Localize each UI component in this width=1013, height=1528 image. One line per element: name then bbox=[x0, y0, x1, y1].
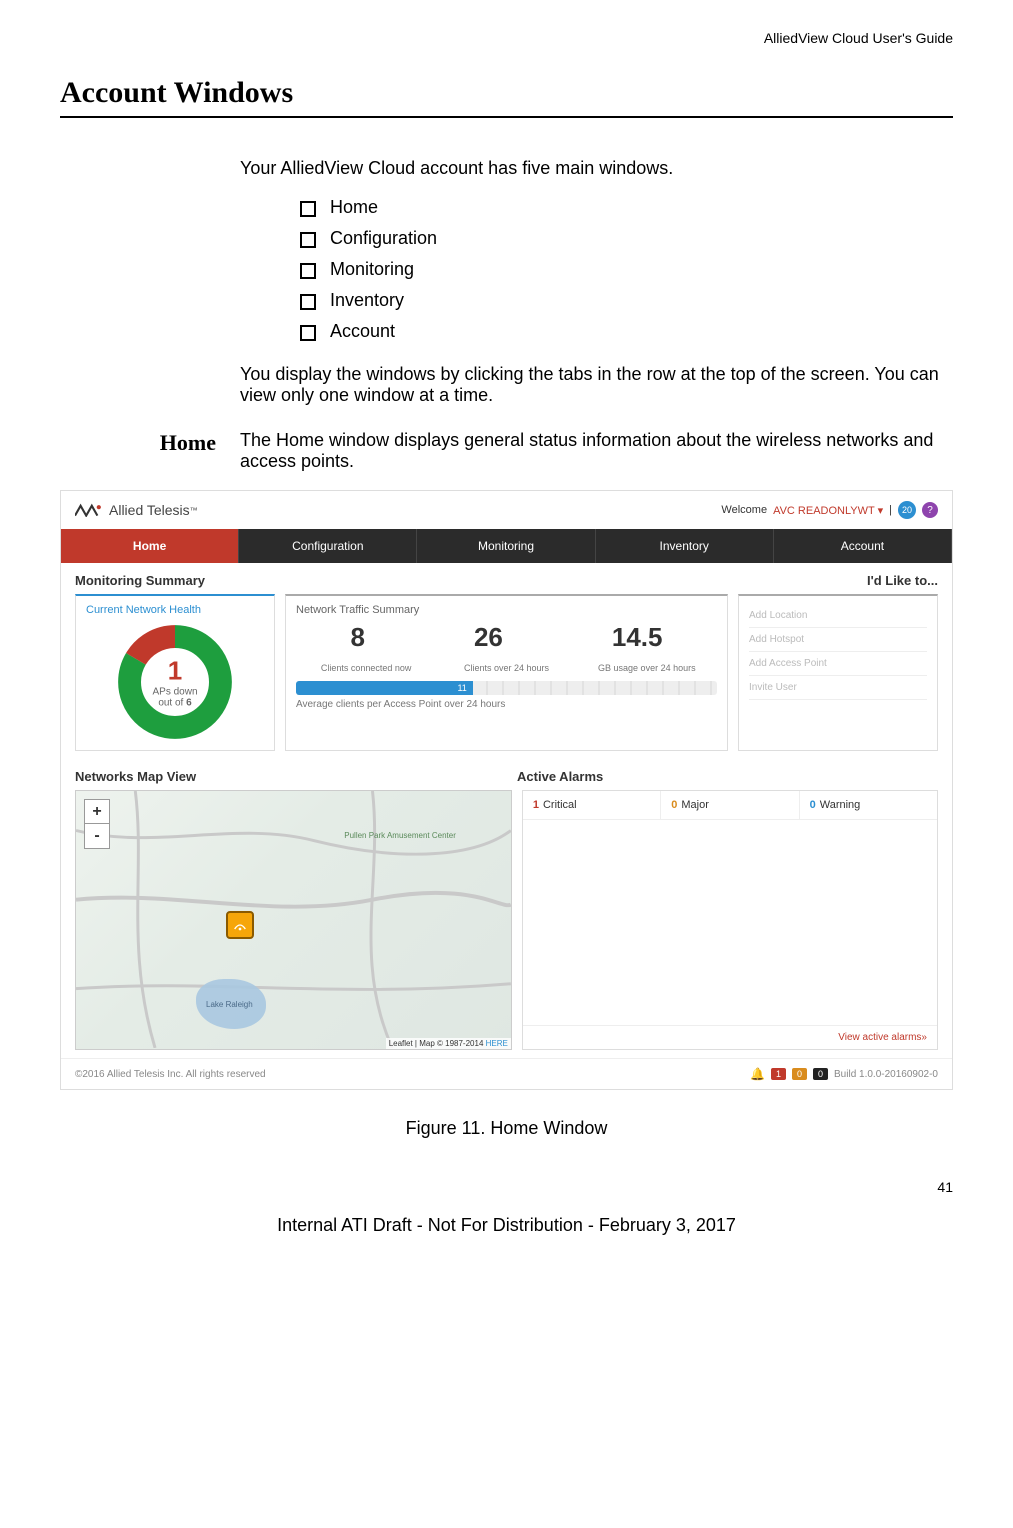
stat-label: Clients connected now bbox=[296, 663, 436, 673]
like-to-item[interactable]: Add Location bbox=[749, 604, 927, 628]
health-donut-chart: 1 APs down out of 6 bbox=[115, 622, 235, 742]
list-item: Account bbox=[300, 321, 953, 342]
home-description: The Home window displays general status … bbox=[240, 430, 953, 472]
app-topbar: Allied Telesis™ Welcome AVC READONLYWT ▾… bbox=[61, 491, 952, 529]
footer-badge-critical[interactable]: 1 bbox=[771, 1068, 786, 1080]
list-item: Configuration bbox=[300, 228, 953, 249]
avg-clients-bar: 11 bbox=[296, 681, 717, 695]
traffic-summary-panel: Network Traffic Summary 8 26 14.5 Client… bbox=[285, 594, 728, 751]
map-attribution: Leaflet | Map © 1987-2014 HERE bbox=[386, 1038, 511, 1049]
tab-home[interactable]: Home bbox=[61, 529, 239, 563]
panel-title: Network Traffic Summary bbox=[296, 604, 717, 616]
notifications-badge[interactable]: 20 bbox=[898, 501, 916, 519]
map-zoom-controls: + - bbox=[84, 799, 110, 849]
list-item: Home bbox=[300, 197, 953, 218]
map-ap-marker-icon[interactable] bbox=[226, 911, 254, 939]
like-to-item[interactable]: Add Hotspot bbox=[749, 628, 927, 652]
footer-badge-major[interactable]: 0 bbox=[792, 1068, 807, 1080]
chevron-down-icon: ▾ bbox=[878, 505, 884, 517]
id-like-to-heading: I'd Like to... bbox=[867, 573, 938, 588]
network-health-panel: Current Network Health 1 APs down out of… bbox=[75, 594, 275, 751]
logo-mark-icon bbox=[75, 503, 103, 517]
alarm-major[interactable]: 0Major bbox=[661, 791, 799, 819]
intro-text: Your AlliedView Cloud account has five m… bbox=[240, 158, 953, 179]
map-park-label: Pullen Park Amusement Center bbox=[344, 831, 456, 840]
doc-header-label: AlliedView Cloud User's Guide bbox=[60, 30, 953, 46]
main-nav: Home Configuration Monitoring Inventory … bbox=[61, 529, 952, 563]
view-active-alarms-link[interactable]: View active alarms» bbox=[523, 1025, 937, 1049]
map-view-heading: Networks Map View bbox=[75, 769, 517, 784]
map-attr-link[interactable]: HERE bbox=[486, 1039, 508, 1048]
user-menu[interactable]: AVC READONLYWT ▾ bbox=[773, 504, 883, 517]
trademark-icon: ™ bbox=[190, 506, 198, 515]
panel-title: Current Network Health bbox=[86, 604, 201, 616]
windows-list: Home Configuration Monitoring Inventory … bbox=[300, 197, 953, 342]
tab-inventory[interactable]: Inventory bbox=[596, 529, 774, 563]
footer-badge-other[interactable]: 0 bbox=[813, 1068, 828, 1080]
alarm-critical[interactable]: 1Critical bbox=[523, 791, 661, 819]
alarm-warning[interactable]: 0Warning bbox=[800, 791, 937, 819]
zoom-in-button[interactable]: + bbox=[85, 800, 109, 824]
list-item: Monitoring bbox=[300, 259, 953, 280]
stat-label: Clients over 24 hours bbox=[436, 663, 576, 673]
bell-icon[interactable]: 🔔 bbox=[750, 1067, 765, 1081]
tab-configuration[interactable]: Configuration bbox=[239, 529, 417, 563]
aps-down-caption: APs down out of 6 bbox=[152, 687, 197, 709]
id-like-to-panel: Add Location Add Hotspot Add Access Poin… bbox=[738, 594, 938, 751]
build-label: Build 1.0.0-20160902-0 bbox=[834, 1069, 938, 1080]
monitoring-summary-heading: Monitoring Summary bbox=[75, 573, 205, 588]
home-window-screenshot: Allied Telesis™ Welcome AVC READONLYWT ▾… bbox=[60, 490, 953, 1090]
tab-account[interactable]: Account bbox=[774, 529, 952, 563]
brand-name: Allied Telesis bbox=[109, 502, 190, 518]
internal-draft-notice: Internal ATI Draft - Not For Distributio… bbox=[60, 1215, 953, 1236]
tab-description: You display the windows by clicking the … bbox=[240, 364, 953, 406]
like-to-item[interactable]: Add Access Point bbox=[749, 652, 927, 676]
welcome-label: Welcome bbox=[721, 504, 767, 516]
active-alarms-heading: Active Alarms bbox=[517, 769, 938, 784]
app-footer: ©2016 Allied Telesis Inc. All rights res… bbox=[61, 1058, 952, 1089]
map-lake-label: Lake Raleigh bbox=[206, 1000, 253, 1009]
help-icon[interactable]: ? bbox=[922, 502, 938, 518]
title-rule bbox=[60, 116, 953, 118]
brand-logo: Allied Telesis™ bbox=[75, 502, 198, 518]
avg-clients-caption: Average clients per Access Point over 24… bbox=[296, 699, 717, 710]
welcome-block: Welcome AVC READONLYWT ▾ | 20 ? bbox=[721, 501, 938, 519]
stat-gb-24h: 14.5 bbox=[612, 622, 663, 653]
zoom-out-button[interactable]: - bbox=[85, 824, 109, 848]
stat-label: GB usage over 24 hours bbox=[577, 663, 717, 673]
home-heading: Home bbox=[60, 430, 240, 456]
avg-clients-bar-fill: 11 bbox=[296, 681, 473, 695]
stat-clients-now: 8 bbox=[351, 622, 365, 653]
figure-caption: Figure 11. Home Window bbox=[60, 1118, 953, 1139]
list-item: Inventory bbox=[300, 290, 953, 311]
stat-clients-24h: 26 bbox=[474, 622, 503, 653]
page-number: 41 bbox=[60, 1179, 953, 1195]
aps-down-count: 1 bbox=[152, 656, 197, 687]
section-title: Account Windows bbox=[60, 76, 953, 110]
copyright-text: ©2016 Allied Telesis Inc. All rights res… bbox=[75, 1069, 266, 1080]
tab-monitoring[interactable]: Monitoring bbox=[417, 529, 595, 563]
active-alarms-panel: 1Critical 0Major 0Warning View active al… bbox=[522, 790, 938, 1050]
divider: | bbox=[889, 504, 892, 516]
map-roads-icon bbox=[76, 791, 511, 1048]
like-to-item[interactable]: Invite User bbox=[749, 676, 927, 700]
networks-map[interactable]: + - Pullen Park Amusement Center Lake Ra… bbox=[75, 790, 512, 1050]
